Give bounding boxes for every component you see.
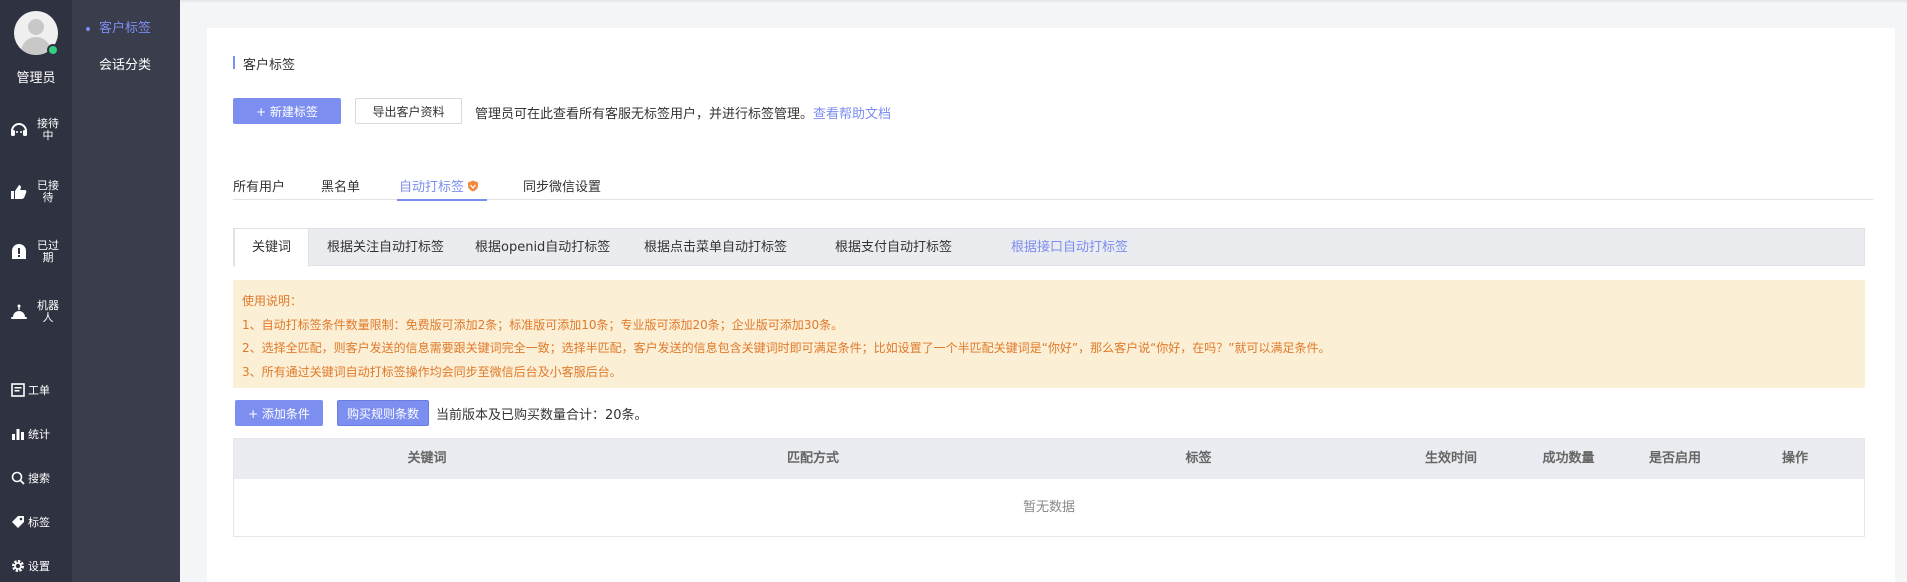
tab-blacklist[interactable]: 黑名单: [321, 176, 360, 200]
clock-alert-icon: [8, 241, 30, 263]
headset-icon: [8, 119, 30, 141]
thumbs-up-icon: [8, 181, 30, 203]
tab-label: 所有用户: [233, 180, 286, 195]
buy-rules-button[interactable]: 购买规则条数: [337, 400, 429, 426]
notice-line: 1、自动打标签条件数量限制：免费版可添加2条；标准版可添加10条；专业版可添加2…: [242, 317, 844, 332]
notice-line: 3、所有通过关键词自动打标签操作均会同步至微信后台及小客服后台。: [242, 364, 622, 379]
ticket-icon: [10, 382, 26, 398]
left-rail: 管理员 接待中 已接待 已过期 机器人 工单 统计 搜索 标签 设置: [0, 0, 72, 582]
rail-tool-ticket[interactable]: 工单: [10, 380, 50, 400]
gear-icon: [10, 558, 26, 574]
subtab-api[interactable]: 根据接口自动打标签: [994, 229, 1145, 266]
new-tag-button[interactable]: + 新建标签: [233, 98, 341, 124]
rail-tool-stats[interactable]: 统计: [10, 424, 50, 444]
sub-sidebar: 客户标签 会话分类: [72, 0, 180, 582]
column-header: 生效时间: [1424, 451, 1477, 466]
rail-tool-search[interactable]: 搜索: [10, 468, 50, 488]
add-condition-button[interactable]: + 添加条件: [235, 400, 323, 426]
robot-icon: [8, 301, 30, 323]
column-header: 是否启用: [1648, 451, 1701, 466]
rail-tool-label: 设置: [28, 560, 50, 573]
subtab-keyword[interactable]: 关键词: [234, 229, 310, 267]
top-divider: [180, 0, 1907, 2]
export-customer-button[interactable]: 导出客户资料: [355, 98, 462, 124]
rail-tool-tag[interactable]: 标签: [10, 512, 50, 532]
rail-item-label: 已接待: [37, 179, 59, 204]
tab-label: 自动打标签: [399, 180, 465, 195]
rail-item-expired[interactable]: 已过期: [8, 235, 68, 269]
subtab-openid[interactable]: 根据openid自动打标签: [458, 229, 627, 266]
help-doc-link[interactable]: 查看帮助文档: [813, 107, 891, 122]
rail-tool-settings[interactable]: 设置: [10, 556, 50, 576]
user-name: 管理员: [16, 71, 56, 86]
rail-tool-label: 统计: [28, 428, 50, 441]
bar-chart-icon: [10, 426, 26, 442]
help-text: 管理员可在此查看所有客服无标签用户，并进行标签管理。查看帮助文档: [475, 103, 891, 122]
rail-item-label: 已过期: [37, 239, 59, 264]
subnav-item-customer-tags[interactable]: 客户标签: [72, 17, 180, 41]
online-status-dot: [47, 44, 59, 56]
tag-icon: [10, 514, 26, 530]
rule-count-text: 当前版本及已购买数量合计：20条。: [436, 408, 648, 423]
tab-wechat-sync[interactable]: 同步微信设置: [523, 176, 601, 200]
tab-label: 同步微信设置: [523, 180, 602, 195]
active-bullet: [86, 27, 90, 31]
rail-item-robot[interactable]: 机器人: [8, 295, 68, 329]
subtab-payment[interactable]: 根据支付自动打标签: [818, 229, 969, 266]
rules-table: 关键词 匹配方式 标签 生效时间 成功数量 是否启用 操作 暂无数据: [233, 438, 1865, 537]
tab-all-users[interactable]: 所有用户: [233, 176, 285, 200]
column-header: 标签: [1185, 451, 1212, 466]
subnav-item-label: 会话分类: [99, 58, 152, 73]
empty-state: 暂无数据: [1022, 500, 1075, 515]
notice-line: 2、选择全匹配，则客户发送的信息需要跟关键词完全一致；选择半匹配，客户发送的信息…: [242, 341, 1331, 355]
tab-label: 黑名单: [321, 180, 361, 195]
sub-tabs: 关键词 根据关注自动打标签 根据openid自动打标签 根据点击菜单自动打标签 …: [233, 228, 1865, 267]
rail-item-label: 接待中: [37, 117, 59, 142]
column-header: 成功数量: [1542, 451, 1595, 466]
main-tabs: 所有用户 黑名单 自动打标签 同步微信设置: [233, 176, 1873, 201]
rail-tool-label: 标签: [28, 516, 50, 529]
usage-notice: 使用说明： 1、自动打标签条件数量限制：免费版可添加2条；标准版可添加10条；专…: [233, 280, 1865, 388]
notice-title: 使用说明：: [242, 294, 303, 308]
rail-item-label: 机器人: [37, 299, 59, 324]
column-header: 匹配方式: [786, 451, 839, 466]
rail-tool-label: 搜索: [28, 472, 50, 485]
subtab-menu-click[interactable]: 根据点击菜单自动打标签: [627, 229, 804, 266]
rail-item-receiving[interactable]: 接待中: [8, 113, 68, 147]
table-header: 关键词 匹配方式 标签 生效时间 成功数量 是否启用 操作: [234, 439, 1864, 479]
main-panel: 客户标签 + 新建标签 导出客户资料 管理员可在此查看所有客服无标签用户，并进行…: [207, 28, 1895, 582]
search-icon: [10, 470, 26, 486]
help-description: 管理员可在此查看所有客服无标签用户，并进行标签管理。: [475, 107, 814, 122]
rail-tool-label: 工单: [28, 384, 50, 397]
column-header: 关键词: [407, 451, 447, 466]
column-header: 操作: [1781, 451, 1808, 466]
rail-item-received[interactable]: 已接待: [8, 175, 68, 209]
subnav-item-session-category[interactable]: 会话分类: [72, 54, 180, 78]
page-title: 客户标签: [233, 54, 295, 73]
subnav-item-label: 客户标签: [99, 21, 152, 36]
subtab-follow[interactable]: 根据关注自动打标签: [310, 229, 461, 266]
vip-icon: [468, 180, 479, 192]
tab-auto-tagging[interactable]: 自动打标签: [396, 176, 488, 201]
